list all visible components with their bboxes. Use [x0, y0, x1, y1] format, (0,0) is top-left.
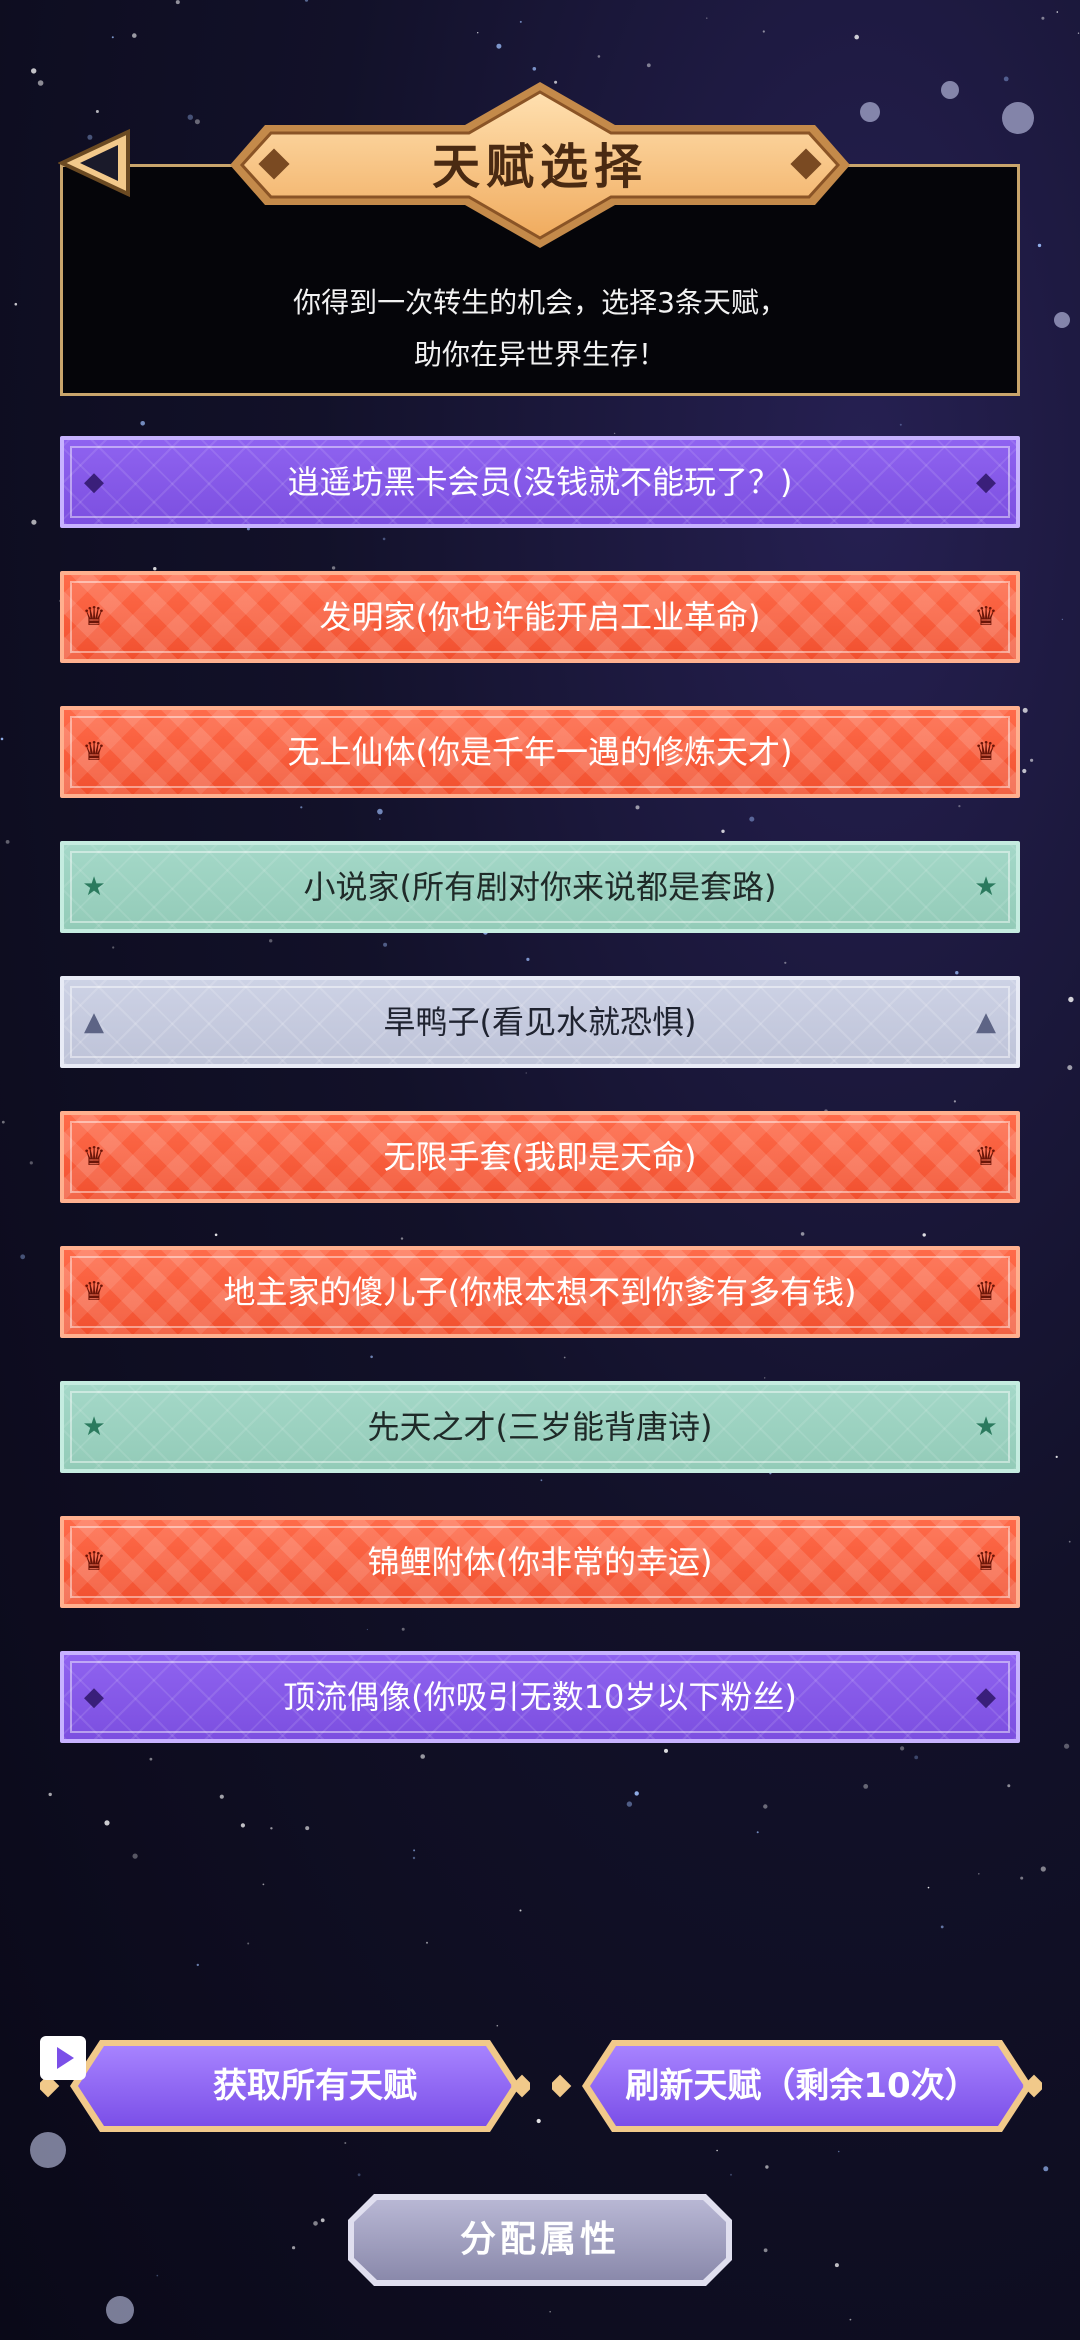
diamond-icon: ◆	[976, 467, 996, 497]
star-icon: ★	[974, 1412, 998, 1442]
talent-label: 无上仙体(你是千年一遇的修炼天才)	[287, 733, 793, 771]
diamond-icon: ◆	[976, 1682, 996, 1712]
get-all-talents-button[interactable]: 获取所有天赋	[40, 2036, 530, 2136]
title-banner: 天赋选择	[225, 80, 855, 250]
allocate-attributes-label: 分配属性	[459, 2219, 620, 2260]
crown-icon: ♛	[974, 1547, 998, 1577]
back-arrow-icon	[57, 128, 130, 198]
back-button[interactable]	[57, 128, 134, 198]
triangle-icon: ▲	[976, 1007, 996, 1037]
star-icon: ★	[974, 872, 998, 902]
page-title: 天赋选择	[431, 139, 648, 195]
talent-label: 无限手套(我即是天命)	[383, 1138, 697, 1176]
talent-label: 小说家(所有剧对你来说都是套路)	[303, 868, 777, 906]
talent-option[interactable]: ◆ 顶流偶像(你吸引无数10岁以下粉丝) ◆	[60, 1651, 1020, 1743]
talent-option[interactable]: ♛ 无限手套(我即是天命) ♛	[60, 1111, 1020, 1203]
talent-label: 发明家(你也许能开启工业革命)	[319, 598, 761, 636]
crown-icon: ♛	[974, 737, 998, 767]
crown-icon: ♛	[974, 1277, 998, 1307]
talent-label: 锦鲤附体(你非常的幸运)	[367, 1543, 713, 1581]
talent-label: 顶流偶像(你吸引无数10岁以下粉丝)	[283, 1678, 797, 1716]
talent-option[interactable]: ♛ 锦鲤附体(你非常的幸运) ♛	[60, 1516, 1020, 1608]
talent-option[interactable]: ★ 先天之才(三岁能背唐诗) ★	[60, 1381, 1020, 1473]
talent-option[interactable]: ◆ 逍遥坊黑卡会员(没钱就不能玩了？) ◆	[60, 436, 1020, 528]
talent-option[interactable]: ♛ 发明家(你也许能开启工业革命) ♛	[60, 571, 1020, 663]
talent-label: 旱鸭子(看见水就恐惧)	[383, 1003, 697, 1041]
refresh-talents-button[interactable]: 刷新天赋（剩余10次）	[552, 2036, 1042, 2136]
talent-label: 逍遥坊黑卡会员(没钱就不能玩了？)	[287, 463, 793, 501]
talent-option[interactable]: ♛ 地主家的傻儿子(你根本想不到你爹有多有钱) ♛	[60, 1246, 1020, 1338]
crown-icon: ♛	[974, 602, 998, 632]
talent-option[interactable]: ▲ 旱鸭子(看见水就恐惧) ▲	[60, 976, 1020, 1068]
crown-icon: ♛	[974, 1142, 998, 1172]
refresh-talents-label: 刷新天赋（剩余10次）	[625, 2066, 979, 2106]
intro-text: 你得到一次转生的机会，选择3条天赋， 助你在异世界生存！	[293, 286, 787, 371]
talent-label: 先天之才(三岁能背唐诗)	[367, 1408, 713, 1446]
get-all-talents-label: 获取所有天赋	[213, 2066, 417, 2106]
talent-option[interactable]: ♛ 无上仙体(你是千年一遇的修炼天才) ♛	[60, 706, 1020, 798]
allocate-attributes-button[interactable]: 分配属性	[344, 2190, 736, 2290]
talent-option[interactable]: ★ 小说家(所有剧对你来说都是套路) ★	[60, 841, 1020, 933]
talent-label: 地主家的傻儿子(你根本想不到你爹有多有钱)	[223, 1273, 857, 1311]
